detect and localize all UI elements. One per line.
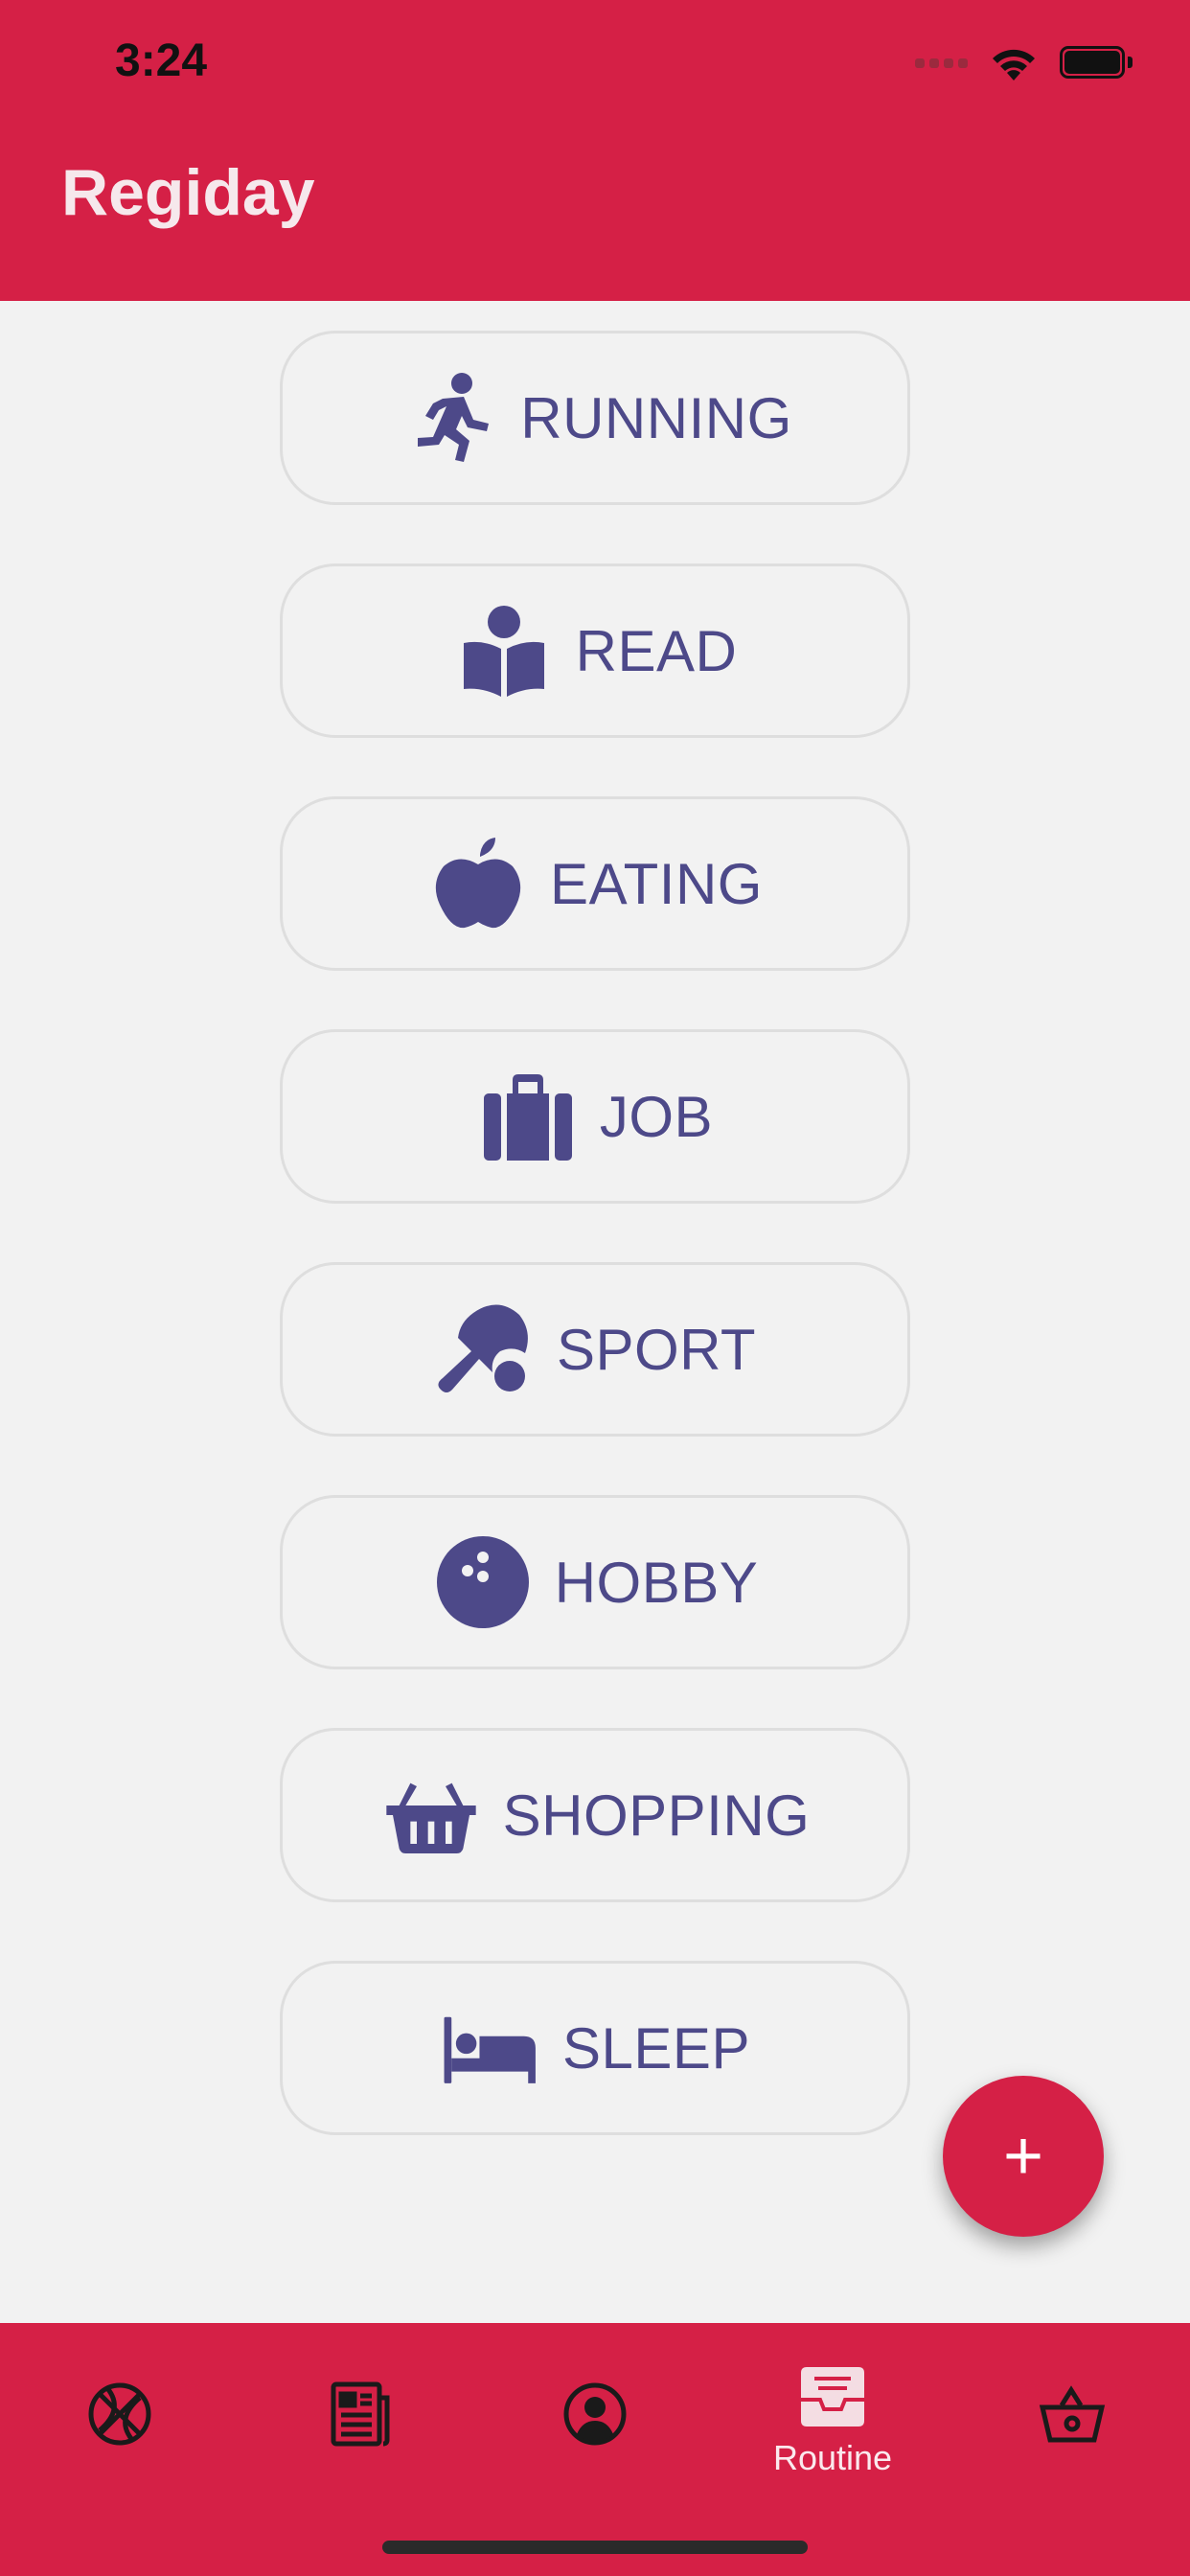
nav-item-news[interactable] [238,2361,477,2486]
nav-label-routine: Routine [772,2438,893,2477]
newspaper-icon [331,2381,390,2447]
routine-read-button[interactable]: READ [280,564,910,738]
routine-job-button[interactable]: JOB [280,1029,910,1204]
routine-sleep-button[interactable]: SLEEP [280,1961,910,2135]
suitcase-icon [477,1066,579,1167]
bed-icon [440,1997,541,2099]
routine-list: RUNNING READ EATING JOB SPORT HOBBY SHOP… [280,331,910,2194]
battery-icon [1060,46,1133,80]
bowling-ball-icon [432,1531,534,1633]
home-indicator [382,2541,808,2554]
routine-running-button[interactable]: RUNNING [280,331,910,505]
routine-label: SPORT [556,1317,757,1382]
user-circle-icon [563,2382,627,2446]
running-icon [398,367,499,469]
routine-label: EATING [550,851,763,916]
routine-label: SHOPPING [502,1782,811,1848]
routine-label: HOBBY [554,1550,759,1615]
routine-label: READ [575,618,738,683]
routine-label: SLEEP [562,2015,750,2081]
bottom-nav: Routine [0,2323,1190,2576]
status-icons [915,42,1133,84]
routine-sport-button[interactable]: SPORT [280,1262,910,1437]
book-reader-icon [453,600,555,702]
wifi-icon [993,49,1035,80]
nav-item-routine[interactable]: Routine [713,2361,952,2486]
routine-eating-button[interactable]: EATING [280,796,910,971]
routine-shopping-button[interactable]: SHOPPING [280,1728,910,1902]
app-title: Regiday [61,156,315,229]
routine-label: RUNNING [520,385,792,450]
routine-hobby-button[interactable]: HOBBY [280,1495,910,1669]
shopping-basket-icon [380,1764,482,1866]
basket-icon [1039,2385,1106,2443]
basketball-icon [88,2382,151,2446]
status-time: 3:24 [115,35,208,86]
add-routine-button[interactable]: + [943,2076,1104,2237]
inbox-icon [801,2367,864,2426]
routine-label: JOB [599,1084,714,1149]
apple-icon [427,833,529,934]
nav-item-basketball[interactable] [0,2361,240,2486]
signal-icon [915,58,968,68]
table-tennis-icon [434,1299,536,1400]
app-header: 3:24 Regiday [0,0,1190,301]
nav-item-profile[interactable] [475,2361,715,2486]
nav-item-basket[interactable] [952,2361,1190,2486]
